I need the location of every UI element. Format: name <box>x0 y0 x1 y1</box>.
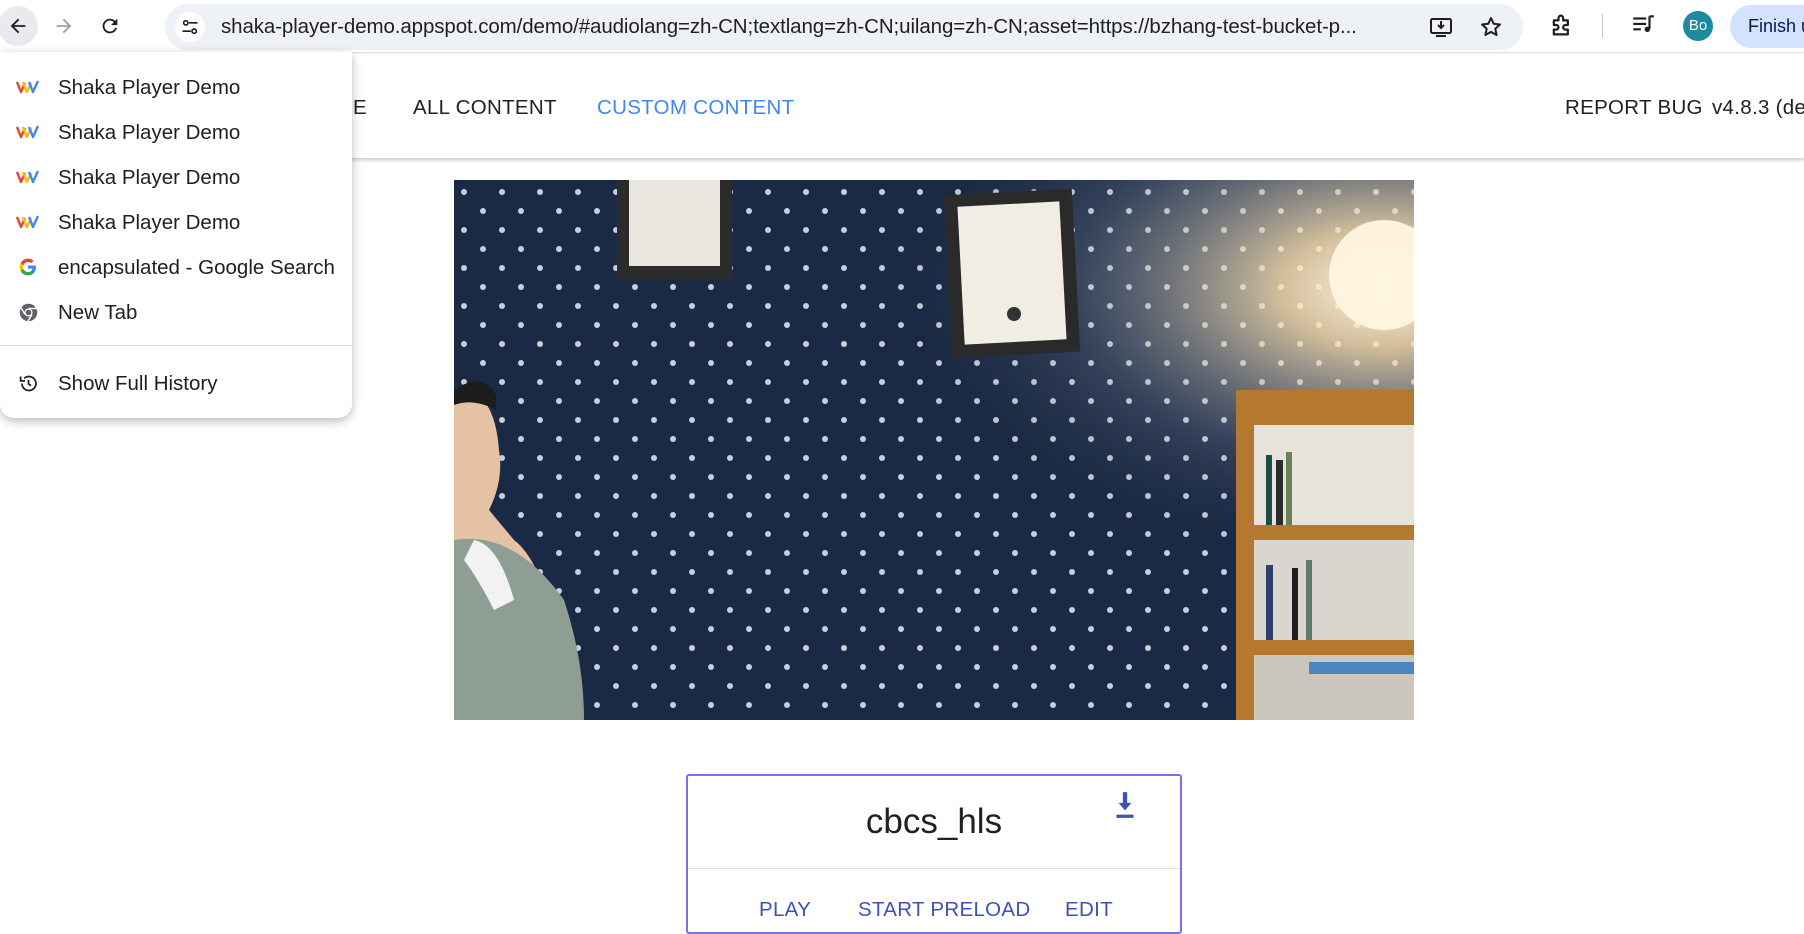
video-player[interactable] <box>454 180 1414 720</box>
site-settings-button[interactable] <box>175 12 205 42</box>
url-text[interactable]: shaka-player-demo.appspot.com/demo/#audi… <box>221 4 1451 50</box>
tune-icon <box>182 19 198 35</box>
finish-update-button[interactable]: Finish u <box>1730 5 1804 48</box>
download-icon <box>1116 792 1134 818</box>
history-item[interactable]: Shaka Player Demo <box>0 155 352 200</box>
asset-title: cbcs_hls <box>865 802 1003 841</box>
reload-icon <box>102 18 118 34</box>
nav-link-all-content[interactable]: ALL CONTENT <box>413 96 557 120</box>
shaka-logo-icon <box>16 166 40 188</box>
history-item[interactable]: New Tab <box>0 290 352 335</box>
download-button[interactable] <box>1112 790 1138 825</box>
address-bar[interactable]: shaka-player-demo.appspot.com/demo/#audi… <box>165 4 1523 50</box>
history-item-label: New Tab <box>58 301 138 324</box>
bookmark-button[interactable] <box>1479 15 1503 44</box>
arrow-right-icon <box>56 18 72 34</box>
version-label: v4.8.3 (de <box>1712 96 1804 119</box>
history-dropdown: Shaka Player Demo Shaka Player Demo Shak… <box>0 52 352 418</box>
puzzle-icon <box>1552 14 1569 36</box>
history-divider <box>0 345 352 346</box>
history-item-label: Shaka Player Demo <box>58 121 241 144</box>
asset-card: cbcs_hls PLAY START PRELOAD EDIT <box>686 774 1182 934</box>
shaka-logo-icon <box>16 211 40 233</box>
extensions-button[interactable] <box>1548 11 1576 44</box>
back-button[interactable] <box>0 6 38 46</box>
install-icon <box>1430 18 1452 37</box>
profile-avatar[interactable]: Bo <box>1683 11 1713 41</box>
nav-link-partial[interactable]: E <box>353 96 367 120</box>
toolbar-divider <box>1602 14 1603 38</box>
history-item-label: Shaka Player Demo <box>58 76 241 99</box>
star-icon <box>1481 17 1501 36</box>
history-item-label: Shaka Player Demo <box>58 211 241 234</box>
edit-button[interactable]: EDIT <box>1065 898 1113 922</box>
nav-link-custom-content[interactable]: CUSTOM CONTENT <box>597 96 794 120</box>
card-divider <box>688 868 1180 869</box>
show-full-history-label: Show Full History <box>58 372 218 395</box>
arrow-left-icon <box>10 18 26 34</box>
queue-music-icon <box>1633 15 1654 33</box>
forward-button[interactable] <box>44 6 84 46</box>
chrome-icon <box>16 301 40 323</box>
video-frame <box>454 180 1414 720</box>
media-controls-button[interactable] <box>1630 12 1656 43</box>
play-button[interactable]: PLAY <box>759 898 811 922</box>
show-full-history-item[interactable]: Show Full History <box>0 361 352 406</box>
history-icon <box>16 372 40 394</box>
history-item-label: Shaka Player Demo <box>58 166 241 189</box>
shaka-logo-icon <box>16 76 40 98</box>
report-bug-link[interactable]: REPORT BUG <box>1565 96 1703 120</box>
history-item[interactable]: Shaka Player Demo <box>0 110 352 155</box>
shaka-logo-icon <box>16 121 40 143</box>
google-icon <box>16 256 40 278</box>
history-item-label: encapsulated - Google Search <box>58 256 335 279</box>
install-app-button[interactable] <box>1429 15 1453 44</box>
history-item[interactable]: Shaka Player Demo <box>0 200 352 245</box>
start-preload-button[interactable]: START PRELOAD <box>858 898 1031 922</box>
history-item[interactable]: encapsulated - Google Search <box>0 245 352 290</box>
browser-toolbar: shaka-player-demo.appspot.com/demo/#audi… <box>0 0 1804 53</box>
history-item[interactable]: Shaka Player Demo <box>0 65 352 110</box>
reload-button[interactable] <box>90 6 130 46</box>
